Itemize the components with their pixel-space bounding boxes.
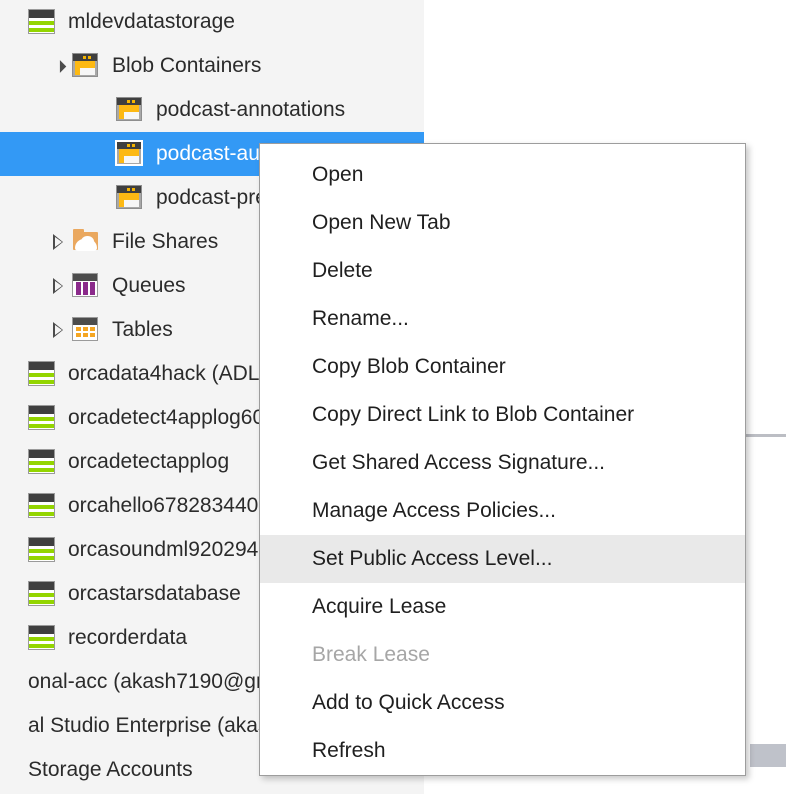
tables-icon xyxy=(72,317,98,341)
context-menu-item[interactable]: Copy Blob Container xyxy=(260,343,745,391)
tree-item-icon xyxy=(28,581,58,607)
context-menu-item: Break Lease xyxy=(312,643,430,666)
tree-item-icon xyxy=(72,273,102,299)
tree-item-label: orcahello678283440 xyxy=(68,494,259,517)
context-menu-item[interactable]: Open New Tab xyxy=(260,199,745,247)
context-menu-item[interactable]: Get Shared Access Signature... xyxy=(260,439,745,487)
tree-item-label: Queues xyxy=(112,274,186,297)
tree-item-label: podcast-annotations xyxy=(156,98,346,121)
bottom-horizontal-scrollbar-thumb[interactable] xyxy=(750,744,786,767)
tree-item-icon xyxy=(116,185,146,211)
storage-account-icon xyxy=(28,625,55,650)
tree-item-label: Blob Containers xyxy=(112,54,262,77)
tree-item-icon xyxy=(28,405,58,431)
file-shares-icon xyxy=(72,229,100,253)
tree-item-label: orcastarsdatabase xyxy=(68,582,241,605)
context-menu-item[interactable]: Add to Quick Access xyxy=(260,679,745,727)
tree-item-label: Tables xyxy=(112,318,173,341)
storage-account-icon xyxy=(28,537,55,562)
tree-item-icon xyxy=(28,537,58,563)
tree-item-label: Storage Accounts xyxy=(28,758,193,781)
tree-item-icon xyxy=(72,229,102,255)
blob-container-icon xyxy=(116,97,142,121)
tree-item-icon xyxy=(116,97,146,123)
context-menu-item[interactable]: Rename... xyxy=(260,295,745,343)
expand-arrow-icon[interactable] xyxy=(44,234,72,250)
storage-account-icon xyxy=(28,581,55,606)
tree-item-label: orcasoundml920294 xyxy=(68,538,259,561)
tree-item-icon xyxy=(72,53,102,79)
context-menu-item[interactable]: Acquire Lease xyxy=(260,583,745,631)
tree-item[interactable]: Blob Containers xyxy=(0,44,424,88)
collapse-arrow-icon[interactable] xyxy=(44,59,72,73)
blob-container-icon xyxy=(116,185,142,209)
context-menu-item[interactable]: Manage Access Policies... xyxy=(260,487,745,535)
expand-arrow-icon[interactable] xyxy=(44,278,72,294)
tree-item-icon xyxy=(28,625,58,651)
storage-account-icon xyxy=(28,405,55,430)
blob-containers-icon xyxy=(72,53,98,77)
tree-item-label: orcadetectapplog xyxy=(68,450,230,473)
tree-item-icon xyxy=(28,9,58,35)
tree-item[interactable]: podcast-annotations xyxy=(0,88,424,132)
tree-item-label: recorderdata xyxy=(68,626,188,649)
tree-item-icon xyxy=(115,140,146,167)
blob-container-context-menu[interactable]: Open Open New Tab Delete Rename... Copy Blob… xyxy=(259,143,746,776)
context-menu-item[interactable]: Delete xyxy=(260,247,745,295)
context-menu-item[interactable]: Copy Direct Link to Blob Container xyxy=(260,391,745,439)
tree-item-icon xyxy=(28,361,58,387)
tree-item-label: File Shares xyxy=(112,230,219,253)
tree-item-icon xyxy=(72,317,102,343)
storage-account-icon xyxy=(28,449,55,474)
storage-account-icon xyxy=(28,493,55,518)
tree-item[interactable]: mldevdatastorage xyxy=(0,0,424,44)
context-menu-item[interactable]: Refresh xyxy=(260,727,745,775)
storage-explorer-window: mldevdatastorage Blob Containers podcast-a… xyxy=(0,0,786,794)
tree-item-icon xyxy=(28,449,58,475)
expand-arrow-icon[interactable] xyxy=(44,322,72,338)
tree-item-icon xyxy=(28,493,58,519)
context-menu-item[interactable]: Set Public Access Level... xyxy=(260,535,745,583)
blob-container-icon xyxy=(115,140,143,166)
context-menu-item[interactable]: Open xyxy=(260,151,745,199)
queues-icon xyxy=(72,273,98,297)
storage-account-icon xyxy=(28,9,55,34)
storage-account-icon xyxy=(28,361,55,386)
tree-item-label: mldevdatastorage xyxy=(68,10,235,33)
